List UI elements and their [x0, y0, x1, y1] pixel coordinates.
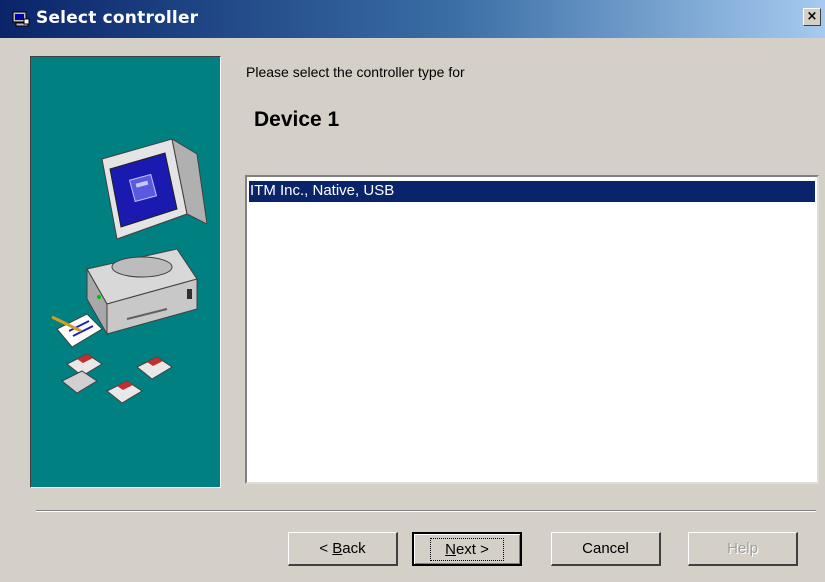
- select-controller-dialog: Select controller × Please select the co…: [0, 0, 825, 582]
- next-button[interactable]: Next >: [412, 532, 522, 566]
- next-button-label: Next >: [430, 537, 504, 561]
- computer-illustration-icon: [51, 137, 207, 404]
- button-separator: [36, 510, 816, 512]
- device-name-heading: Device 1: [254, 108, 340, 131]
- list-item-selected[interactable]: ITM Inc., Native, USB: [249, 181, 815, 202]
- help-button[interactable]: Help: [688, 532, 798, 566]
- window-title: Select controller: [36, 8, 199, 28]
- app-icon: [12, 11, 30, 27]
- close-button[interactable]: ×: [803, 8, 821, 26]
- prompt-text: Please select the controller type for: [246, 64, 465, 80]
- cancel-button[interactable]: Cancel: [551, 532, 661, 566]
- wizard-side-panel: [30, 56, 221, 488]
- back-button-label: < Back: [319, 540, 366, 557]
- title-bar[interactable]: Select controller ×: [0, 0, 825, 38]
- controller-type-list[interactable]: ITM Inc., Native, USB: [245, 175, 819, 484]
- back-button[interactable]: < Back: [288, 532, 398, 566]
